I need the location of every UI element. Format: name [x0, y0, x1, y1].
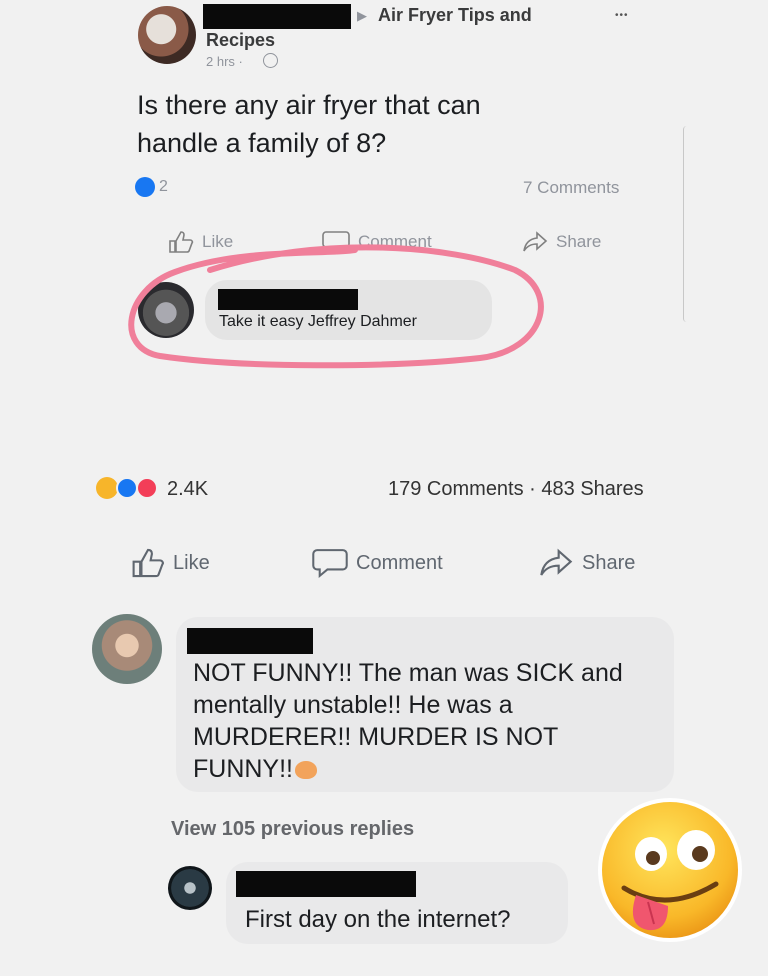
reaction-count[interactable]: 2	[159, 178, 168, 196]
scroll-divider	[683, 126, 690, 322]
like-reaction-icon	[116, 477, 138, 499]
share-label: Share	[582, 551, 636, 574]
post-text-line: Is there any air fryer that can	[137, 90, 481, 120]
angry-emoji-icon	[295, 761, 317, 779]
group-name-cont[interactable]: Recipes	[206, 30, 275, 51]
share-arrow-icon	[540, 548, 573, 576]
thumbs-up-icon	[132, 548, 164, 578]
highlight-circle	[128, 244, 544, 369]
redacted-commenter-name	[187, 628, 313, 654]
comment-label: Comment	[356, 551, 443, 574]
comments-shares-stats[interactable]: 179 Comments · 483 Shares	[388, 478, 644, 501]
comment-text-line: FUNNY!!	[193, 753, 623, 785]
share-label: Share	[556, 232, 602, 251]
comment-text-line: NOT FUNNY!! The man was SICK and	[193, 659, 623, 687]
comment-text-line: MURDERER!! MURDER IS NOT	[193, 723, 559, 751]
zany-face-emoji-icon	[598, 798, 742, 942]
comment-button[interactable]: Comment	[312, 547, 443, 579]
comments-count[interactable]: 7 Comments	[523, 178, 619, 198]
redacted-replier-name	[236, 871, 416, 897]
commenter-avatar[interactable]	[92, 614, 162, 684]
haha-reaction-icon	[96, 477, 118, 499]
reply-text: First day on the internet?	[245, 906, 511, 933]
redacted-author-name	[203, 4, 351, 29]
love-reaction-icon	[136, 477, 158, 499]
globe-icon	[263, 53, 278, 68]
more-options-icon[interactable]: •••	[615, 10, 629, 21]
comment-text-line: mentally unstable!! He was a	[193, 691, 513, 719]
like-button[interactable]: Like	[131, 547, 210, 579]
comment-icon	[312, 549, 348, 579]
share-button[interactable]: Share	[538, 547, 635, 579]
comment-text: NOT FUNNY!! The man was SICK and mentall…	[193, 657, 623, 785]
view-previous-replies-link[interactable]: View 105 previous replies	[171, 818, 414, 841]
post-text: Is there any air fryer that can handle a…	[137, 86, 481, 162]
group-arrow-icon: ▶	[357, 8, 367, 23]
group-name[interactable]: Air Fryer Tips and	[378, 5, 532, 26]
reaction-count[interactable]: 2.4K	[167, 478, 208, 501]
like-label: Like	[173, 551, 210, 574]
replier-avatar[interactable]	[168, 866, 212, 910]
post-text-line: handle a family of 8?	[137, 128, 387, 158]
post-time[interactable]: 2 hrs ·	[206, 54, 243, 69]
like-reaction-icon	[135, 177, 155, 197]
group-avatar[interactable]	[138, 6, 196, 64]
